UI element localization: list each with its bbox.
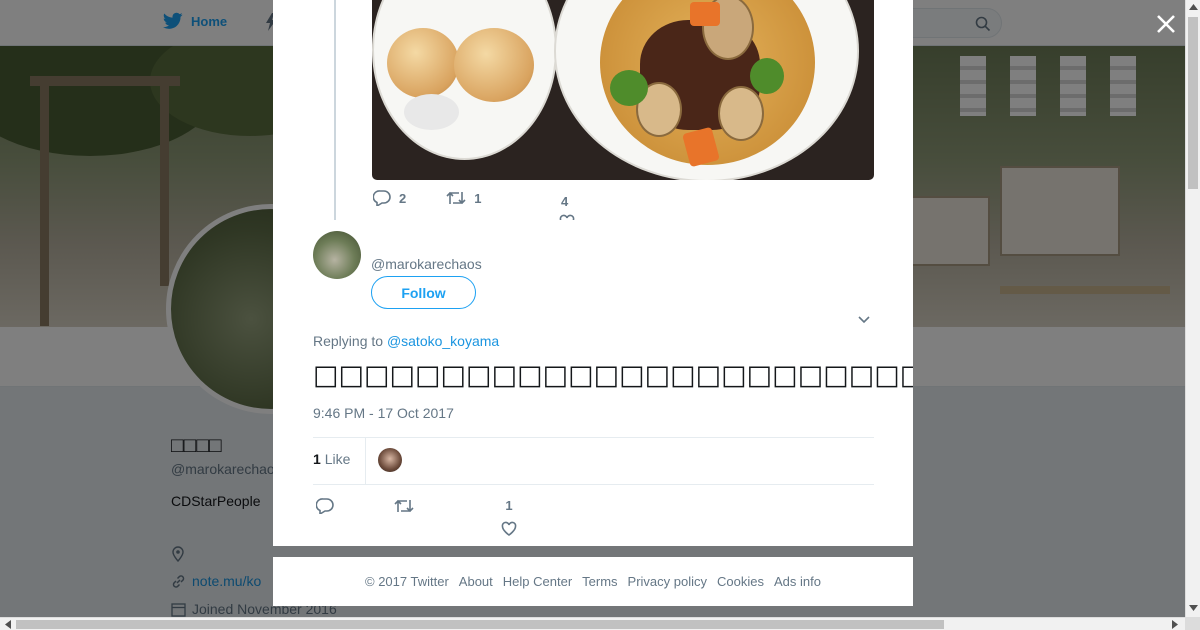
- footer-terms[interactable]: Terms: [582, 574, 617, 589]
- heart-icon[interactable]: [559, 214, 575, 220]
- scroll-left-arrow-icon[interactable]: [5, 620, 11, 629]
- horizontal-scroll-thumb[interactable]: [16, 620, 944, 629]
- likes-stat-count: 1: [313, 451, 321, 467]
- scroll-down-arrow-icon[interactable]: [1189, 605, 1198, 611]
- footer-ads-info[interactable]: Ads info: [774, 574, 821, 589]
- close-icon[interactable]: [1155, 13, 1177, 35]
- vertical-scroll-thumb[interactable]: [1188, 17, 1198, 189]
- tweet-modal: 2 1 4 @marokarechaos Follow Replying to …: [273, 0, 913, 546]
- stats-divider: [365, 438, 366, 484]
- footer-copyright: © 2017 Twitter: [365, 574, 449, 589]
- vertical-scrollbar[interactable]: [1185, 0, 1200, 617]
- tweet-photo[interactable]: [372, 0, 874, 180]
- likes-stat[interactable]: 1 Like: [313, 451, 350, 467]
- replying-to: Replying to @satoko_koyama: [313, 333, 499, 349]
- tweet-text: □□□□□□□□□□□□□□□□□□□□□□□□□w: [313, 360, 913, 391]
- tweet-timestamp[interactable]: 9:46 PM - 17 Oct 2017: [313, 405, 454, 421]
- liker-avatar[interactable]: [378, 448, 402, 472]
- likes-stat-label: Like: [324, 451, 351, 467]
- retweet-count: 1: [474, 190, 482, 206]
- reply-icon[interactable]: [316, 498, 334, 514]
- footer-help-center[interactable]: Help Center: [503, 574, 572, 589]
- retweet-icon: [446, 191, 466, 205]
- footer: © 2017 Twitter About Help Center Terms P…: [273, 557, 913, 606]
- scroll-right-arrow-icon[interactable]: [1172, 620, 1178, 629]
- thread-connector: [334, 0, 336, 220]
- like-action[interactable]: 1: [499, 498, 519, 537]
- reply-icon: [373, 190, 391, 206]
- previous-tweet-actions: 2 1: [373, 190, 521, 206]
- reply-action[interactable]: 2: [373, 190, 406, 206]
- author-avatar[interactable]: [313, 231, 361, 279]
- action-like-count: 1: [505, 498, 513, 513]
- like-count: 4: [561, 194, 569, 209]
- footer-about[interactable]: About: [459, 574, 493, 589]
- retweet-icon[interactable]: [394, 498, 414, 514]
- replying-to-prefix: Replying to: [313, 333, 384, 349]
- footer-cookies[interactable]: Cookies: [717, 574, 764, 589]
- follow-button[interactable]: Follow: [371, 276, 476, 309]
- author-handle[interactable]: @marokarechaos: [371, 256, 482, 272]
- replying-to-user-link[interactable]: @satoko_koyama: [387, 333, 499, 349]
- chevron-down-icon[interactable]: [857, 312, 871, 326]
- scroll-up-arrow-icon[interactable]: [1189, 4, 1198, 10]
- horizontal-scrollbar[interactable]: [0, 617, 1185, 630]
- footer-privacy[interactable]: Privacy policy: [628, 574, 707, 589]
- scrollbar-corner: [1185, 617, 1200, 630]
- tweet-actions: 1: [313, 496, 874, 544]
- tweet-stats: 1 Like: [313, 437, 874, 485]
- retweet-action[interactable]: 1: [446, 190, 481, 206]
- heart-icon: [501, 521, 517, 536]
- reply-count: 2: [399, 190, 407, 206]
